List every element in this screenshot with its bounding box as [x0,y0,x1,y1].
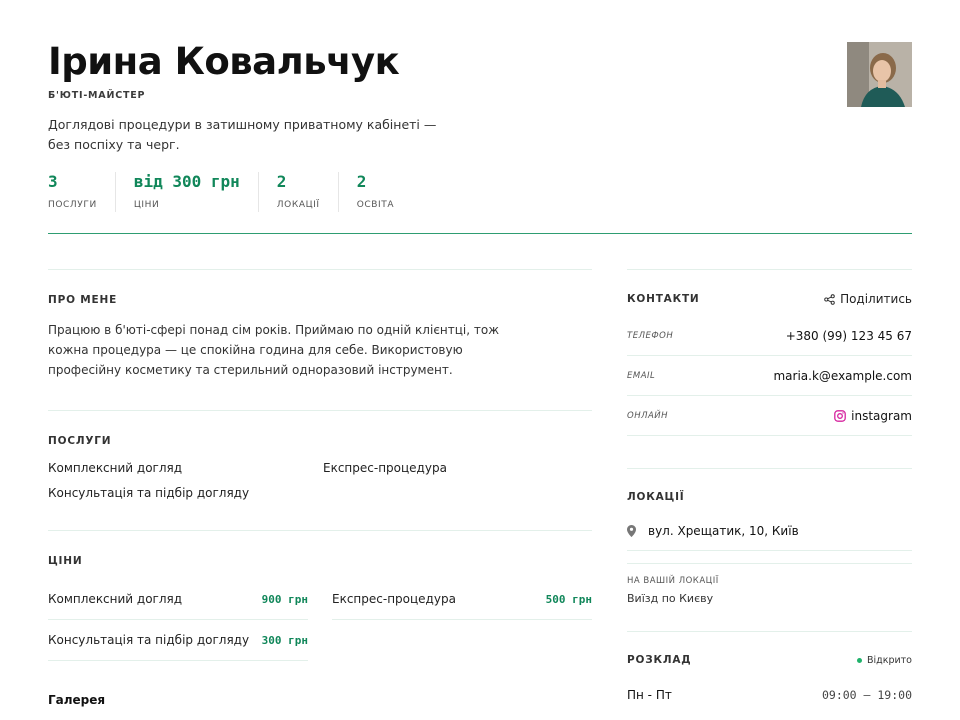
prices-list: Комплексний догляд 900 грн Експрес-проце… [48,579,592,661]
services-section: ПОСЛУГИ Комплексний догляд Експрес-проце… [48,411,592,500]
phone-link[interactable]: +380 (99) 123 45 67 [786,329,912,343]
price-value: 300 грн [261,633,308,647]
gallery-title: Галерея [48,693,106,707]
service-item: Консультація та підбір догляду [48,486,250,500]
instagram-icon [834,409,847,422]
location-visit-block: НА ВАШІЙ ЛОКАЦІЇ Виїзд по Києву [627,564,912,605]
schedule-title: РОЗКЛАД [627,654,692,666]
profile-tagline: Доглядові процедури в затишному приватно… [48,117,437,152]
online-label: ОНЛАЙН [627,410,669,421]
price-value: 500 грн [545,592,592,606]
at-your-location-label: НА ВАШІЙ ЛОКАЦІЇ [627,576,719,586]
at-your-location-value: Виїзд по Києву [627,592,714,605]
stat-label: ЦІНИ [133,200,160,210]
stat-education: 2 ОСВІТА [357,172,412,212]
instagram-link[interactable]: instagram [834,409,912,423]
location-address-row[interactable]: вул. Хрещатик, 10, Київ [627,511,912,551]
share-label: Поділитись [840,292,912,306]
locations-title: ЛОКАЦІЇ [627,491,685,503]
portrait-photo-icon [847,42,912,107]
schedule-section: РОЗКЛАД Відкрито Пн - Пт 09:00 — 19:00 [627,632,912,702]
stat-value: 2 [356,172,367,191]
stat-label: ЛОКАЦІЇ [276,200,320,210]
service-item: Комплексний догляд [48,461,183,475]
contacts-section: КОНТАКТИ Поділитись ТЕЛЕФОН +380 (99) 12… [627,270,912,436]
main-column: ПРО МЕНЕ Працюю в б'юті-сфері понад сім … [48,269,592,707]
contact-online-row: ОНЛАЙН instagram [627,396,912,436]
about-text: Працюю в б'юті-сфері понад сім років. Пр… [48,323,500,377]
avatar[interactable] [847,42,912,107]
schedule-time: 09:00 — 19:00 [821,688,912,702]
stat-label: ПОСЛУГИ [48,200,97,210]
open-status-badge: Відкрито [856,654,912,666]
prices-section: ЦІНИ Комплексний догляд 900 грн Експрес-… [48,531,592,661]
share-icon [824,293,835,305]
stat-label: ОСВІТА [356,200,395,210]
services-list: Комплексний догляд Експрес-процедура Кон… [48,461,592,500]
profile-header: Ірина Ковальчук Б'ЮТІ-МАЙСТЕР Доглядові … [48,40,912,155]
stat-locations: 2 ЛОКАЦІЇ [277,172,339,212]
stat-value: 3 [48,172,58,191]
about-section: ПРО МЕНЕ Працюю в б'юті-сфері понад сім … [48,270,592,380]
profile-role: Б'ЮТІ-МАЙСТЕР [48,90,146,101]
price-value: 900 грн [261,592,308,606]
stat-value: від 300 грн [133,172,240,191]
about-title: ПРО МЕНЕ [48,294,118,306]
share-button[interactable]: Поділитись [824,292,912,306]
header-divider [48,233,912,234]
schedule-row: Пн - Пт 09:00 — 19:00 [627,688,912,702]
phone-label: ТЕЛЕФОН [627,330,674,341]
price-service-name: Консультація та підбір догляду [48,633,250,647]
stat-services: 3 ПОСЛУГИ [48,172,116,212]
stat-prices: від 300 грн ЦІНИ [134,172,259,212]
service-item: Експрес-процедура [323,461,447,475]
price-row: Комплексний догляд 900 грн [48,579,308,620]
stats-bar: 3 ПОСЛУГИ від 300 грн ЦІНИ 2 ЛОКАЦІЇ 2 О… [48,172,430,212]
open-dot-icon [856,657,862,663]
open-status-text: Відкрито [866,654,912,666]
instagram-label: instagram [851,408,912,423]
prices-title: ЦІНИ [48,555,83,567]
profile-name: Ірина Ковальчук [48,40,400,83]
services-title: ПОСЛУГИ [48,435,112,447]
email-label: EMAIL [627,370,656,381]
price-row: Консультація та підбір догляду 300 грн [48,620,308,661]
gallery-section: Галерея [48,661,592,707]
map-pin-icon [627,524,636,537]
locations-section: ЛОКАЦІЇ вул. Хрещатик, 10, Київ НА ВАШІЙ… [627,469,912,605]
price-row: Експрес-процедура 500 грн [332,579,592,620]
contact-phone-row: ТЕЛЕФОН +380 (99) 123 45 67 [627,316,912,356]
schedule-days: Пн - Пт [627,688,672,702]
location-address: вул. Хрещатик, 10, Київ [648,523,799,538]
stat-value: 2 [276,172,287,191]
email-link[interactable]: maria.k@example.com [773,369,912,383]
contact-email-row: EMAIL maria.k@example.com [627,356,912,396]
sidebar-column: КОНТАКТИ Поділитись ТЕЛЕФОН +380 (99) 12… [627,269,912,702]
price-service-name: Експрес-процедура [332,592,456,606]
contacts-title: КОНТАКТИ [627,293,700,305]
price-service-name: Комплексний догляд [48,592,183,606]
